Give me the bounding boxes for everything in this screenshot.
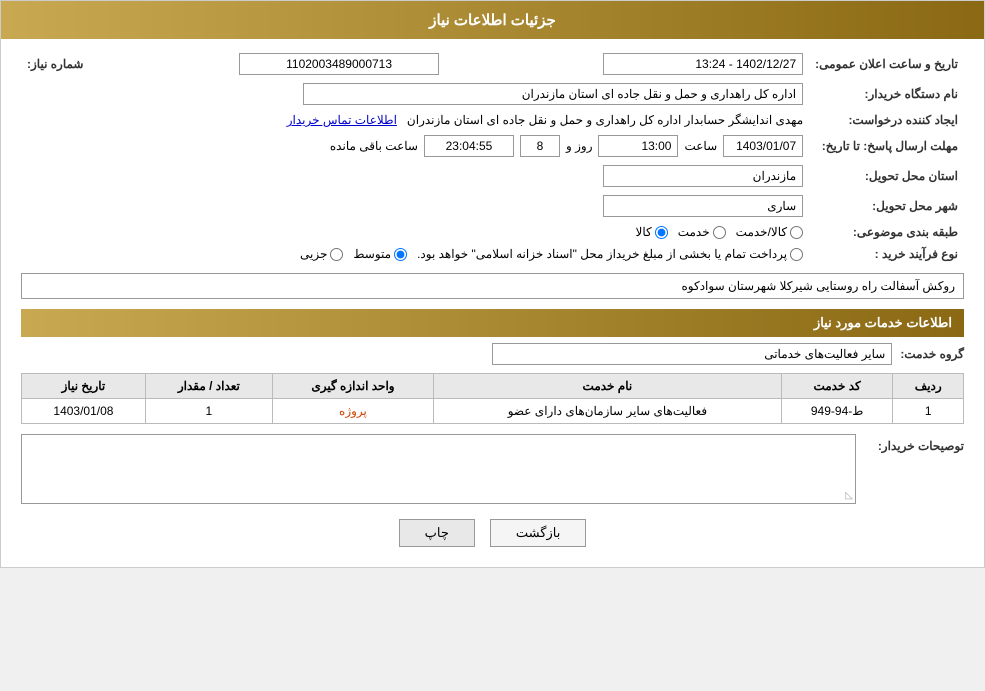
page-header: جزئیات اطلاعات نیاز: [1, 1, 984, 39]
label-goroh: گروه خدمت:: [900, 347, 964, 361]
value-shomara: 1102003489000713: [239, 53, 439, 75]
row-deadline: مهلت ارسال پاسخ: تا تاریخ: 1403/01/07 سا…: [21, 131, 964, 161]
content-area: تاریخ و ساعت اعلان عمومی: 1402/12/27 - 1…: [1, 39, 984, 567]
col-date: تاریخ نیاز: [22, 374, 146, 399]
deadline-time: 13:00: [598, 135, 678, 157]
value-tarikh-elan: 1402/12/27 - 13:24: [603, 53, 803, 75]
col-code: کد خدمت: [781, 374, 893, 399]
cell-date: 1403/01/08: [22, 399, 146, 424]
cell-code: ط-94-949: [781, 399, 893, 424]
time-label: ساعت: [684, 139, 717, 153]
deadline-remaining: 23:04:55: [424, 135, 514, 157]
farayand-radio-group: پرداخت تمام یا بخشی از مبلغ خریداز محل "…: [27, 247, 803, 261]
row-shomara-tarikh: تاریخ و ساعت اعلان عمومی: 1402/12/27 - 1…: [21, 49, 964, 79]
col-name: نام خدمت: [434, 374, 782, 399]
row-dastgah: نام دستگاه خریدار: اداره کل راهداری و حم…: [21, 79, 964, 109]
sharch-value: روکش آسفالت راه روستایی شیرکلا شهرستان س…: [30, 279, 955, 293]
section-khadamat: اطلاعات خدمات مورد نیاز: [21, 309, 964, 337]
remaining-label: ساعت باقی مانده: [330, 139, 418, 153]
radio-kala-khedmat: کالا/خدمت: [736, 225, 803, 239]
label-shomara: شماره نیاز:: [21, 49, 121, 79]
buyer-desc-area: ◺: [21, 434, 856, 504]
radio-kala-input[interactable]: [655, 226, 668, 239]
row-farayand: نوع فرآیند خرید : پرداخت تمام یا بخشی از…: [21, 243, 964, 265]
radio-motavasset-input[interactable]: [394, 248, 407, 261]
creator-text: مهدی اندایشگر حسابدار اداره کل راهداری و…: [407, 113, 803, 127]
radio-motavasset-label: متوسط: [353, 247, 391, 261]
tabaqe-radio-group: کالا/خدمت خدمت کالا: [27, 225, 803, 239]
radio-khedmat: خدمت: [678, 225, 726, 239]
cell-name: فعالیت‌های سایر سازمان‌های دارای عضو: [434, 399, 782, 424]
col-unit: واحد اندازه گیری: [272, 374, 433, 399]
resize-indicator: ◺: [845, 490, 853, 501]
deadline-row: 1403/01/07 ساعت 13:00 روز و 8 23:04:55: [27, 135, 803, 157]
page-title: جزئیات اطلاعات نیاز: [429, 12, 556, 29]
radio-jozii-label: جزیی: [300, 247, 327, 261]
print-button[interactable]: چاپ: [399, 519, 475, 547]
service-table-body: 1 ط-94-949 فعالیت‌های سایر سازمان‌های دا…: [22, 399, 964, 424]
row-shahr: شهر محل تحویل: ساری: [21, 191, 964, 221]
table-row: 1 ط-94-949 فعالیت‌های سایر سازمان‌های دا…: [22, 399, 964, 424]
label-deadline: مهلت ارسال پاسخ: تا تاریخ:: [809, 131, 964, 161]
label-shahr: شهر محل تحویل:: [809, 191, 964, 221]
info-table: تاریخ و ساعت اعلان عمومی: 1402/12/27 - 1…: [21, 49, 964, 265]
col-radif: ردیف: [893, 374, 964, 399]
label-dastgah: نام دستگاه خریدار:: [809, 79, 964, 109]
radio-khazan: پرداخت تمام یا بخشی از مبلغ خریداز محل "…: [417, 247, 803, 261]
page-wrapper: جزئیات اطلاعات نیاز تاریخ و ساعت اعلان ع…: [0, 0, 985, 568]
service-table-header-row: ردیف کد خدمت نام خدمت واحد اندازه گیری ت…: [22, 374, 964, 399]
cell-radif: 1: [893, 399, 964, 424]
radio-kala-khedmat-input[interactable]: [790, 226, 803, 239]
service-table-head: ردیف کد خدمت نام خدمت واحد اندازه گیری ت…: [22, 374, 964, 399]
row-creator: ایجاد کننده درخواست: مهدی اندایشگر حسابد…: [21, 109, 964, 131]
radio-kala-label: کالا: [636, 225, 652, 239]
value-goroh: سایر فعالیت‌های خدماتی: [492, 343, 892, 365]
label-tabaqe: طبقه بندی موضوعی:: [809, 221, 964, 243]
radio-khedmat-input[interactable]: [713, 226, 726, 239]
days-label: روز و: [566, 139, 593, 153]
sharch-display-row: روکش آسفالت راه روستایی شیرکلا شهرستان س…: [21, 273, 964, 299]
radio-khazan-label: پرداخت تمام یا بخشی از مبلغ خریداز محل "…: [417, 247, 787, 261]
cell-count: 1: [145, 399, 272, 424]
radio-jozii: جزیی: [300, 247, 343, 261]
radio-kala-khedmat-label: کالا/خدمت: [736, 225, 787, 239]
label-creator: ایجاد کننده درخواست:: [809, 109, 964, 131]
label-tarikh: تاریخ و ساعت اعلان عمومی:: [809, 49, 964, 79]
service-table: ردیف کد خدمت نام خدمت واحد اندازه گیری ت…: [21, 373, 964, 424]
goroh-row: گروه خدمت: سایر فعالیت‌های خدماتی: [21, 343, 964, 365]
row-ostan: استان محل تحویل: مازندران: [21, 161, 964, 191]
deadline-days: 8: [520, 135, 560, 157]
radio-khedmat-label: خدمت: [678, 225, 710, 239]
contact-link[interactable]: اطلاعات تماس خریدار: [287, 113, 397, 127]
label-buyer-desc: توصیحات خریدار:: [864, 439, 964, 453]
radio-kala: کالا: [636, 225, 668, 239]
label-farayand: نوع فرآیند خرید :: [809, 243, 964, 265]
col-count: تعداد / مقدار: [145, 374, 272, 399]
value-ostan: مازندران: [603, 165, 803, 187]
label-ostan: استان محل تحویل:: [809, 161, 964, 191]
buttons-row: بازگشت چاپ: [21, 519, 964, 547]
radio-motavasset: متوسط: [353, 247, 407, 261]
radio-khazan-input[interactable]: [790, 248, 803, 261]
value-shahr: ساری: [603, 195, 803, 217]
value-dastgah: اداره کل راهداری و حمل و نقل جاده ای است…: [303, 83, 803, 105]
back-button[interactable]: بازگشت: [490, 519, 586, 547]
buyer-desc-row: توصیحات خریدار: ◺: [21, 434, 964, 504]
deadline-date: 1403/01/07: [723, 135, 803, 157]
row-tabaqe: طبقه بندی موضوعی: کالا/خدمت خدمت: [21, 221, 964, 243]
cell-unit: پروژه: [272, 399, 433, 424]
radio-jozii-input[interactable]: [330, 248, 343, 261]
